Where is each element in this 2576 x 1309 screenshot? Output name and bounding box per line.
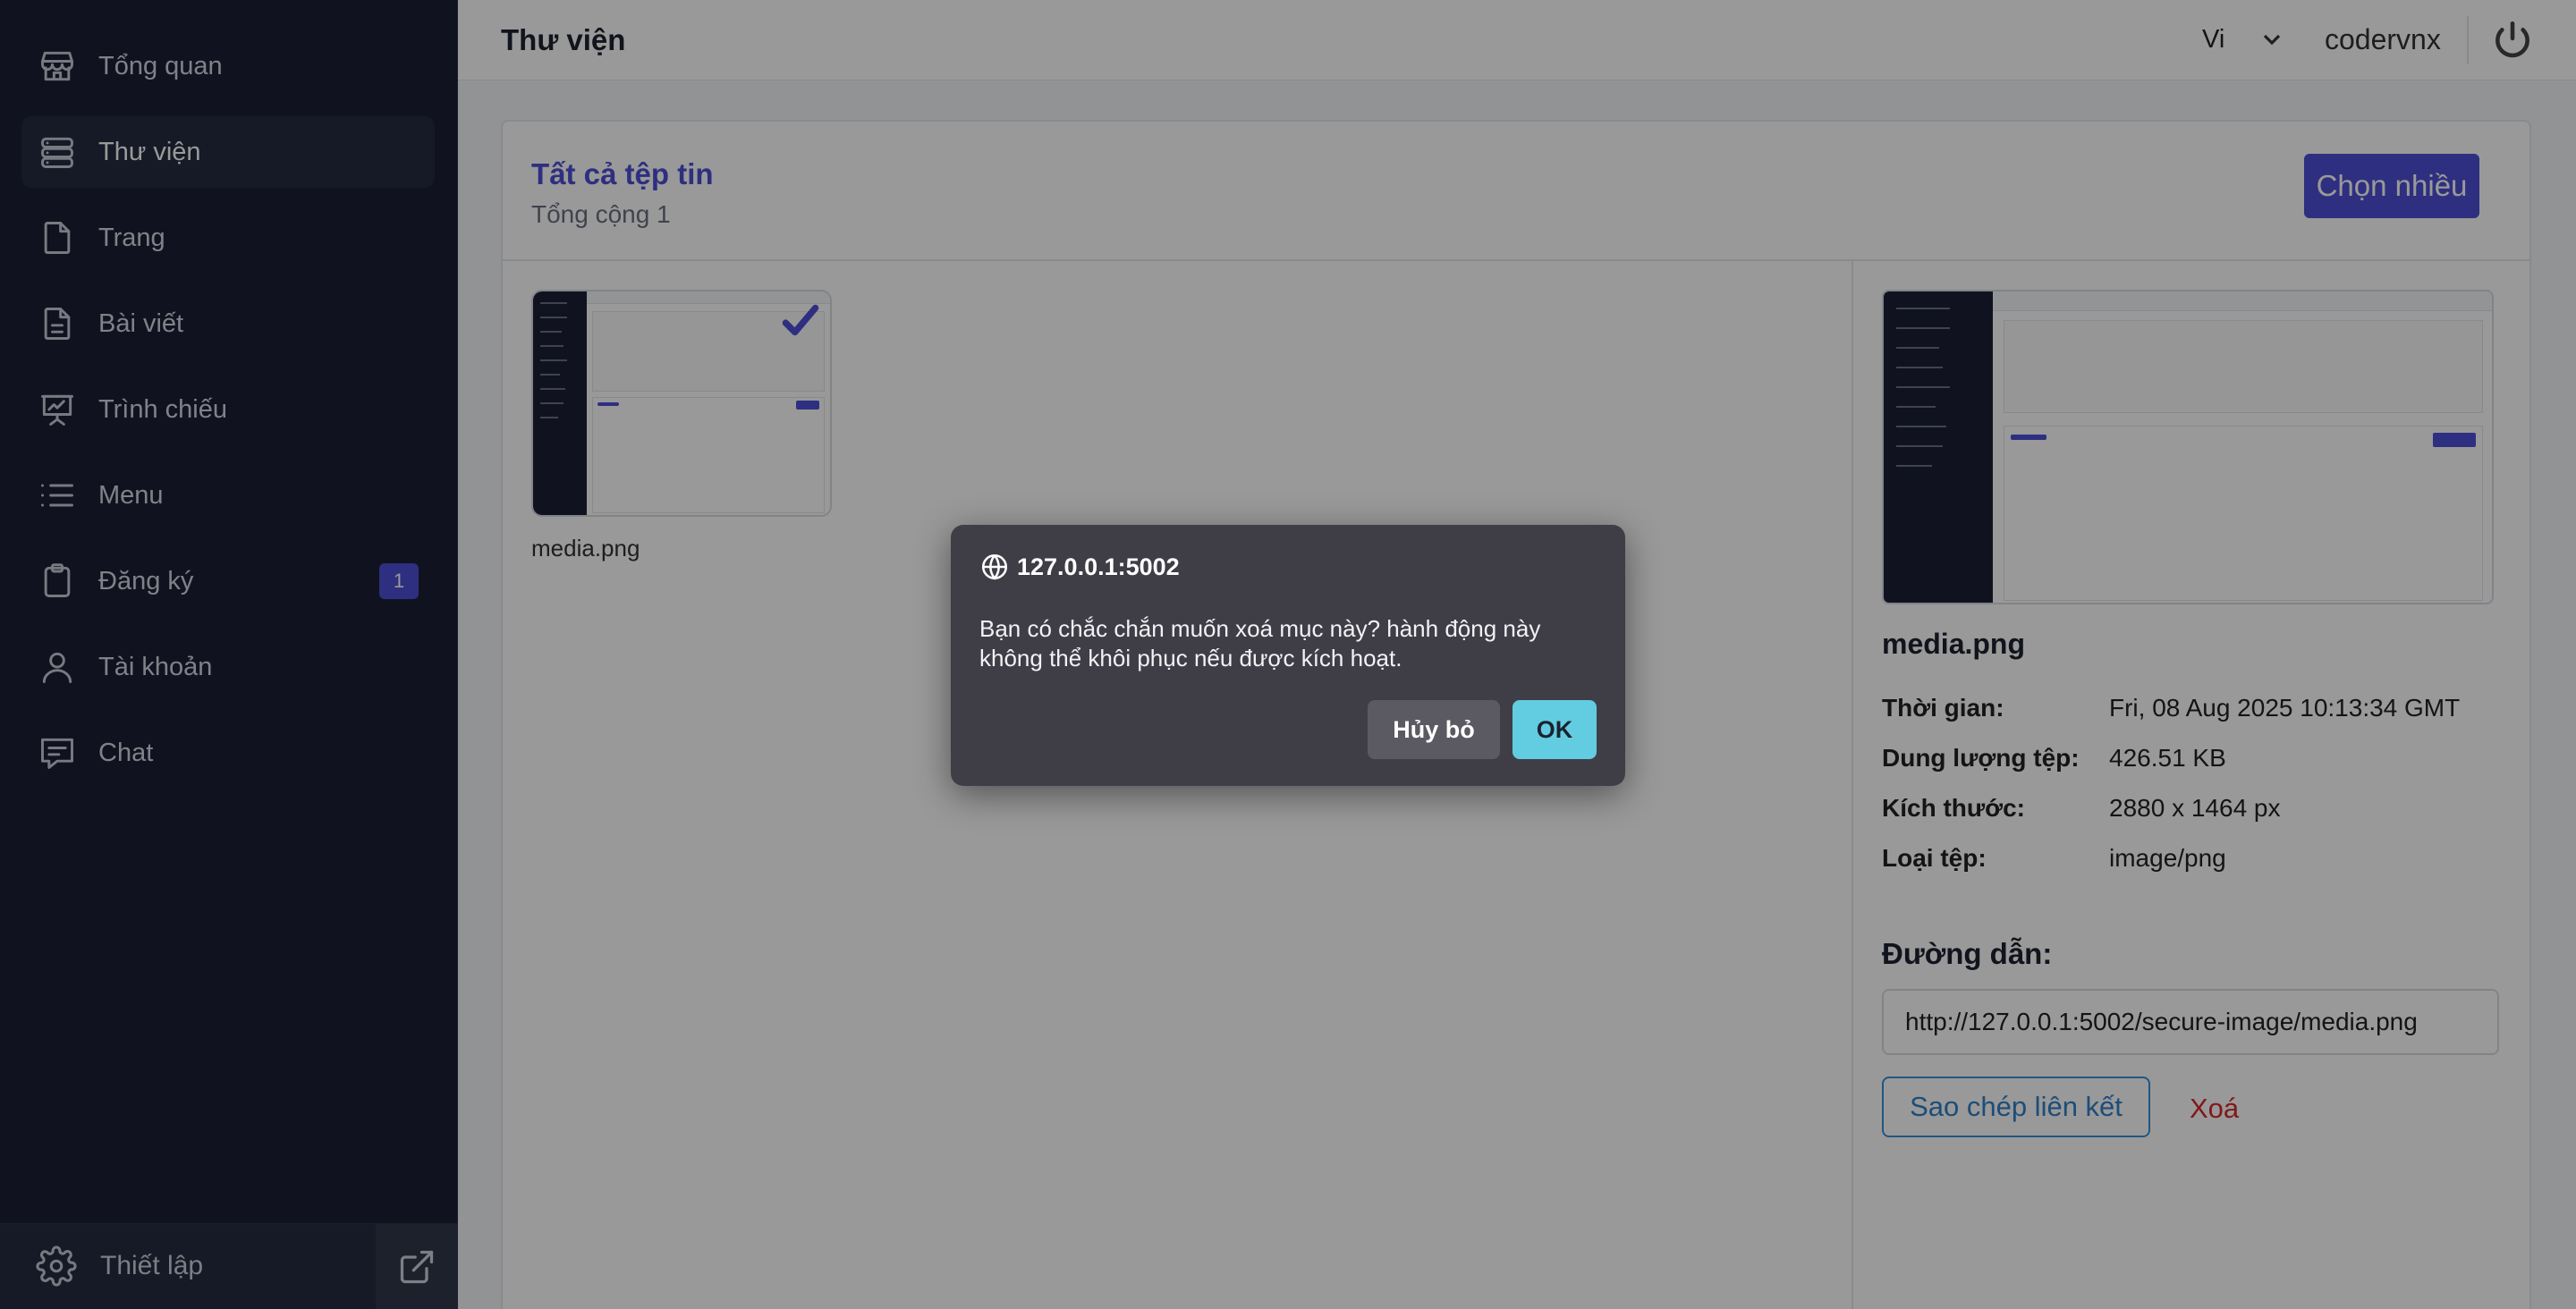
cancel-button[interactable]: Hủy bỏ [1368, 700, 1500, 759]
confirm-dialog: 127.0.0.1:5002 Bạn có chắc chắn muốn xoá… [951, 525, 1625, 786]
globe-icon [981, 553, 1008, 580]
dialog-message: Bạn có chắc chắn muốn xoá mục này? hành … [979, 615, 1541, 671]
ok-button[interactable]: OK [1513, 700, 1597, 759]
dialog-origin: 127.0.0.1:5002 [979, 552, 1180, 582]
dialog-origin-text: 127.0.0.1:5002 [1017, 553, 1180, 580]
